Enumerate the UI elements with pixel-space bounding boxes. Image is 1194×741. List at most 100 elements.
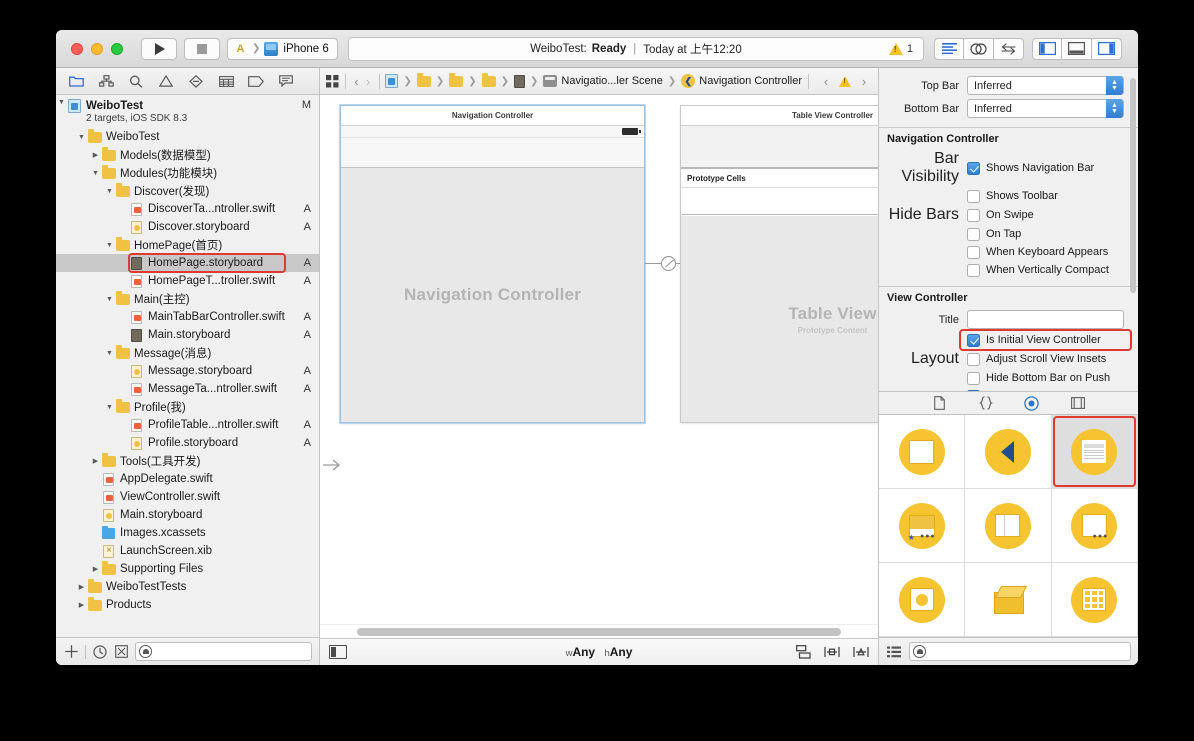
tree-row-homepage[interactable]: ▼ HomePage(首页) [56,236,319,254]
tree-row-modules[interactable]: ▼ Modules(功能模块) [56,164,319,182]
tree-row-viewcontroller-swift[interactable]: ViewController.swift [56,488,319,506]
code-snippet-library-tab[interactable] [976,395,996,412]
checkbox-is-initial-view-controller[interactable] [967,333,980,347]
warning-indicator[interactable]: 1 [888,42,913,55]
breadcrumb-nav-controller[interactable]: ❮ Navigation Controller [681,74,802,88]
toggle-debug-area-button[interactable] [1062,37,1092,60]
checkbox-resize-view-from-nib[interactable] [967,389,980,391]
media-library-tab[interactable] [1068,395,1088,412]
breakpoint-navigator-tab[interactable] [242,71,270,91]
symbol-navigator-tab[interactable] [92,71,120,91]
navigator-filter-field[interactable] [135,642,312,661]
disclosure-triangle[interactable]: ▶ [90,565,101,573]
breadcrumb-storyboard[interactable] [514,74,525,88]
disclosure-triangle[interactable]: ▼ [104,296,115,303]
tree-row-discover-storyboard[interactable]: Discover.storyboard A [56,218,319,236]
library-item-split-view-controller[interactable] [965,489,1052,563]
tree-row-message-storyboard[interactable]: Message.storyboard A [56,362,319,380]
tree-row-profile-storyboard[interactable]: Profile.storyboard A [56,434,319,452]
tree-row-maintabbarcontroller-swift[interactable]: MainTabBarController.swift A [56,308,319,326]
tree-row-weibotest[interactable]: ▼ WeiboTest [56,128,319,146]
breadcrumb-project[interactable] [385,74,399,88]
checkbox-when-vertically-compact[interactable] [967,263,980,277]
source-control-filter-icon[interactable] [113,643,130,660]
checkbox-on-swipe[interactable] [967,208,980,222]
stop-button[interactable] [184,37,220,60]
disclosure-triangle[interactable]: ▶ [90,151,101,159]
run-button[interactable] [141,37,177,60]
tree-row-profile[interactable]: ▼ Profile(我) [56,398,319,416]
breadcrumb-folder-2[interactable] [449,73,464,87]
inspector-scrollbar-thumb[interactable] [1130,78,1136,293]
object-library-grid[interactable]: ★ ●●● ●●● [879,414,1138,637]
toggle-utilities-button[interactable] [1092,37,1122,60]
tree-row-images-xcassets[interactable]: Images.xcassets [56,524,319,542]
library-item-object[interactable] [965,563,1052,637]
object-library-tab[interactable] [1022,395,1042,412]
find-navigator-tab[interactable] [122,71,150,91]
library-view-mode-icon[interactable] [886,646,902,658]
related-items-icon[interactable] [326,74,339,88]
project-navigator-tab[interactable] [62,71,90,91]
recent-files-filter-icon[interactable] [91,643,108,660]
scene-navigation-controller[interactable]: Navigation Controller Navigation Control… [340,105,645,423]
project-tree[interactable]: ▼ WeiboTest 2 targets, iOS SDK 8.3 M ▼ We… [56,95,319,637]
checkbox-on-tap[interactable] [967,227,980,241]
prototype-cell[interactable] [681,188,878,215]
next-issue-button[interactable]: › [856,74,872,89]
disclosure-triangle[interactable]: ▼ [104,242,115,249]
library-item-page-view-controller[interactable]: ●●● [1051,489,1138,563]
tree-row-main[interactable]: ▼ Main(主控) [56,290,319,308]
library-item-tab-bar-controller[interactable]: ★ ●●● [879,489,966,563]
disclosure-triangle[interactable]: ▶ [76,601,87,609]
debug-navigator-tab[interactable] [212,71,240,91]
report-navigator-tab[interactable] [272,71,300,91]
disclosure-triangle[interactable]: ▼ [104,188,115,195]
tree-row-homepage-storyboard[interactable]: HomePage.storyboard A [56,253,319,273]
minimize-button[interactable] [91,42,103,55]
disclosure-triangle[interactable]: ▼ [56,99,67,106]
disclosure-triangle[interactable]: ▼ [90,170,101,177]
title-input[interactable] [967,310,1124,329]
zoom-button[interactable] [111,42,123,55]
interface-builder-canvas[interactable]: Navigation Controller Navigation Control… [320,95,878,624]
checkbox-when-keyboard-appears[interactable] [967,245,980,259]
checkbox-adjust-scroll-view-insets[interactable] [967,352,980,366]
tree-row-main-storyboard[interactable]: Main.storyboard [56,506,319,524]
tree-row-weibotesttests[interactable]: ▶ WeiboTestTests [56,578,319,596]
close-button[interactable] [71,42,83,55]
library-item-collection-view-controller[interactable] [1051,563,1138,637]
checkbox-shows-navigation-bar[interactable] [967,161,980,175]
tree-row-launchscreen-xib[interactable]: LaunchScreen.xib [56,542,319,560]
disclosure-triangle[interactable]: ▶ [90,457,101,465]
tree-row-main-storyboard[interactable]: Main.storyboard A [56,326,319,344]
tree-row-products[interactable]: ▶ Products [56,596,319,614]
attributes-inspector[interactable]: Top Bar Inferred ▲ ▼ Bottom Bar Inferred … [879,68,1138,391]
scrollbar-track[interactable] [330,627,868,636]
add-button[interactable] [63,643,80,660]
test-navigator-tab[interactable] [182,71,210,91]
top-bar-popup[interactable]: Inferred ▲ ▼ [967,76,1124,95]
breadcrumb-folder-3[interactable] [481,73,496,87]
disclosure-triangle[interactable]: ▼ [76,134,87,141]
tree-row-profiletable-ntroller-swift[interactable]: ProfileTable...ntroller.swift A [56,416,319,434]
library-item-glkit-view-controller[interactable] [879,563,966,637]
disclosure-triangle[interactable]: ▶ [76,583,87,591]
tree-row-messageta-ntroller-swift[interactable]: MessageTa...ntroller.swift A [56,380,319,398]
disclosure-triangle[interactable]: ▼ [104,404,115,411]
size-class-indicator[interactable]: wAny hAny [320,645,878,659]
library-filter-field[interactable] [909,642,1131,661]
issue-navigator-tab[interactable] [152,71,180,91]
canvas-horizontal-scrollbar[interactable] [320,624,878,638]
assistant-editor-button[interactable] [964,37,994,60]
breadcrumb-folder-1[interactable] [416,73,431,87]
library-item-view-controller[interactable] [879,415,966,489]
checkbox-hide-bottom-bar-on-push[interactable] [967,371,980,385]
tree-row-tools[interactable]: ▶ Tools(工具开发) [56,452,319,470]
tree-row-homepaget-troller-swift[interactable]: HomePageT...troller.swift A [56,272,319,290]
tree-row-discoverta-ntroller-swift[interactable]: DiscoverTa...ntroller.swift A [56,200,319,218]
back-button[interactable]: ‹ [352,74,362,89]
forward-button[interactable]: › [363,74,373,89]
previous-issue-button[interactable]: ‹ [818,74,834,89]
tree-row-project[interactable]: ▼ WeiboTest 2 targets, iOS SDK 8.3 M [56,98,319,128]
